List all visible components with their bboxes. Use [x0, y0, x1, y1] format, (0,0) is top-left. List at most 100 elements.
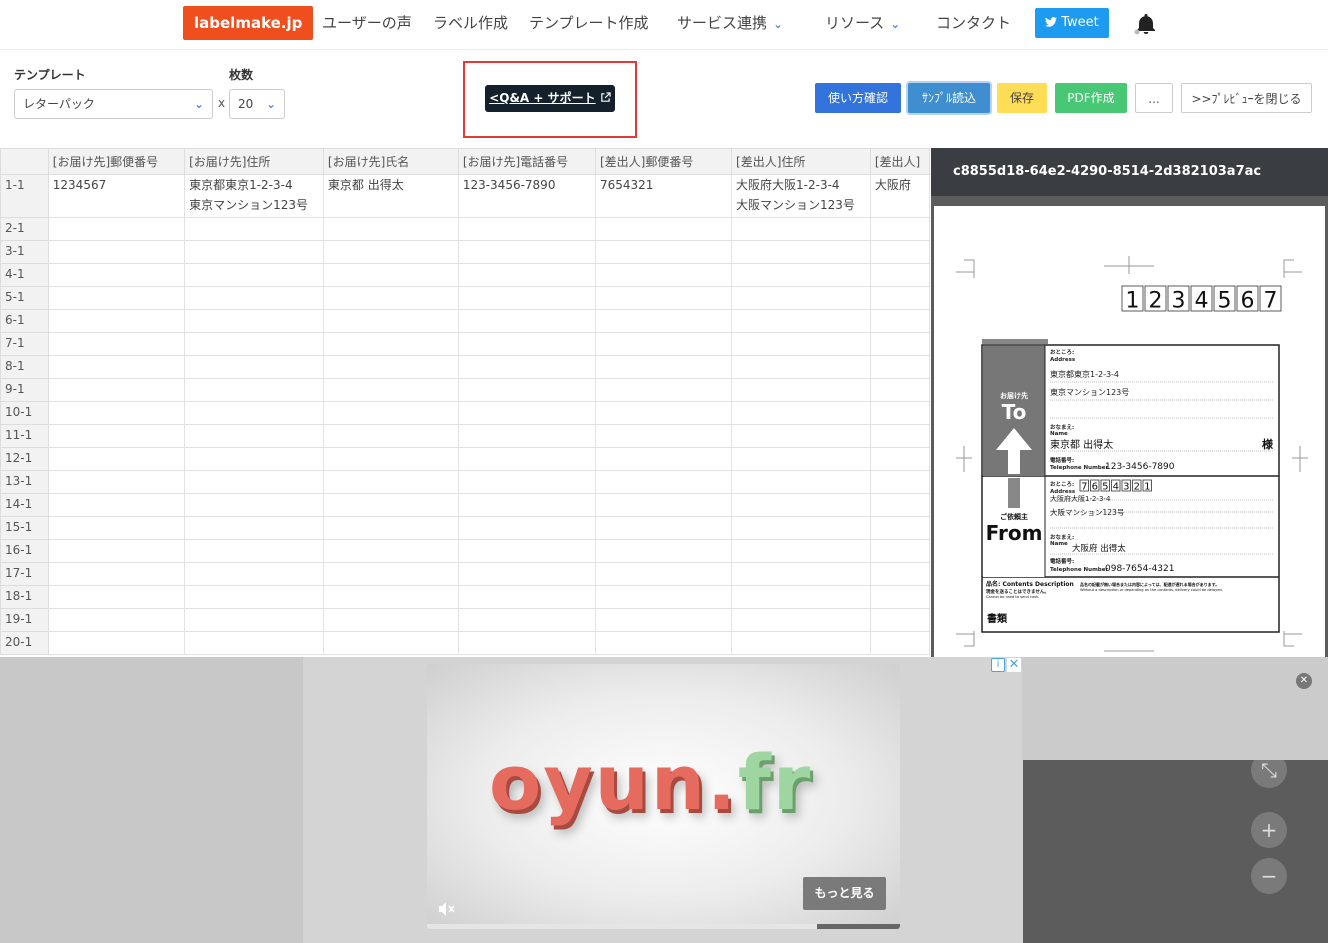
- row-header[interactable]: 16-1: [0, 539, 49, 563]
- row-header[interactable]: 18-1: [0, 585, 49, 609]
- grid-cell[interactable]: [184, 217, 324, 241]
- grid-cell[interactable]: [322, 585, 459, 609]
- nav-resources[interactable]: リソース ⌄: [825, 12, 900, 35]
- grid-cell[interactable]: [731, 217, 871, 241]
- column-header[interactable]: [お届け先]氏名: [322, 148, 459, 175]
- grid-cell[interactable]: [47, 424, 186, 448]
- grid-cell[interactable]: [47, 631, 186, 655]
- grid-cell[interactable]: [869, 240, 930, 264]
- grid-cell[interactable]: [457, 401, 596, 425]
- ad-close-icon[interactable]: ✕: [1007, 658, 1021, 672]
- count-select[interactable]: 20 ⌄: [229, 89, 285, 119]
- row-header[interactable]: 19-1: [0, 608, 49, 632]
- grid-cell[interactable]: [594, 309, 733, 333]
- grid-cell[interactable]: [47, 608, 186, 632]
- grid-cell[interactable]: [322, 309, 459, 333]
- grid-cell[interactable]: [184, 562, 324, 586]
- grid-cell[interactable]: [869, 470, 930, 494]
- grid-cell[interactable]: 大阪府大阪1-2-3-4 大阪マンション123号: [731, 174, 871, 218]
- row-header[interactable]: 7-1: [0, 332, 49, 356]
- nav-label-create[interactable]: ラベル作成: [433, 12, 508, 34]
- grid-cell[interactable]: [457, 470, 596, 494]
- grid-cell[interactable]: [869, 447, 930, 471]
- grid-cell[interactable]: [322, 631, 459, 655]
- grid-cell[interactable]: [457, 240, 596, 264]
- side-close-icon[interactable]: ✕: [1296, 673, 1312, 689]
- grid-cell[interactable]: [457, 447, 596, 471]
- grid-cell[interactable]: [869, 631, 930, 655]
- grid-cell[interactable]: [47, 332, 186, 356]
- nav-template-create[interactable]: テンプレート作成: [529, 12, 649, 34]
- grid-cell[interactable]: [869, 332, 930, 356]
- grid-cell[interactable]: [457, 424, 596, 448]
- grid-cell[interactable]: [731, 608, 871, 632]
- zoom-out-icon[interactable]: −: [1251, 858, 1287, 894]
- grid-cell[interactable]: [457, 562, 596, 586]
- grid-cell[interactable]: [594, 470, 733, 494]
- grid-cell[interactable]: [869, 516, 930, 540]
- grid-cell[interactable]: [47, 240, 186, 264]
- grid-cell[interactable]: [869, 585, 930, 609]
- grid-cell[interactable]: [47, 447, 186, 471]
- grid-cell[interactable]: [594, 263, 733, 287]
- grid-cell[interactable]: 東京都 出得太: [322, 174, 459, 218]
- load-sample-button[interactable]: ｻﾝﾌﾟﾙ読込: [908, 83, 990, 113]
- grid-cell[interactable]: [47, 539, 186, 563]
- grid-cell[interactable]: [869, 424, 930, 448]
- column-header[interactable]: [差出人]住所: [731, 148, 871, 175]
- grid-cell[interactable]: [322, 516, 459, 540]
- grid-cell[interactable]: [457, 631, 596, 655]
- zoom-in-icon[interactable]: +: [1251, 812, 1287, 848]
- grid-cell[interactable]: [457, 539, 596, 563]
- see-more-button[interactable]: もっと見る: [803, 877, 886, 910]
- more-button[interactable]: ...: [1135, 83, 1173, 113]
- grid-cell[interactable]: [457, 217, 596, 241]
- howto-button[interactable]: 使い方確認: [815, 83, 901, 113]
- grid-cell[interactable]: [869, 493, 930, 517]
- grid-cell[interactable]: [184, 539, 324, 563]
- grid-cell[interactable]: 東京都東京1-2-3-4 東京マンション123号: [184, 174, 324, 218]
- grid-cell[interactable]: [457, 516, 596, 540]
- column-header[interactable]: [差出人]郵便番号: [594, 148, 733, 175]
- grid-cell[interactable]: [594, 355, 733, 379]
- grid-cell[interactable]: [594, 401, 733, 425]
- grid-cell[interactable]: [731, 378, 871, 402]
- grid-cell[interactable]: [457, 355, 596, 379]
- grid-cell[interactable]: [594, 378, 733, 402]
- grid-cell[interactable]: [322, 332, 459, 356]
- grid-cell[interactable]: [869, 217, 930, 241]
- grid-cell[interactable]: [731, 562, 871, 586]
- grid-cell[interactable]: [47, 401, 186, 425]
- grid-cell[interactable]: [322, 493, 459, 517]
- grid-cell[interactable]: [731, 309, 871, 333]
- row-header[interactable]: 12-1: [0, 447, 49, 471]
- grid-cell[interactable]: [594, 286, 733, 310]
- grid-cell[interactable]: [184, 516, 324, 540]
- grid-cell[interactable]: [47, 263, 186, 287]
- grid-cell[interactable]: [184, 401, 324, 425]
- grid-cell[interactable]: [184, 378, 324, 402]
- grid-cell[interactable]: [869, 562, 930, 586]
- ad-info-icon[interactable]: i: [991, 658, 1005, 672]
- grid-cell[interactable]: [184, 608, 324, 632]
- mute-icon[interactable]: [437, 901, 455, 917]
- grid-cell[interactable]: [594, 424, 733, 448]
- grid-cell[interactable]: [184, 447, 324, 471]
- grid-cell[interactable]: [322, 424, 459, 448]
- row-header[interactable]: 9-1: [0, 378, 49, 402]
- grid-cell[interactable]: [47, 217, 186, 241]
- column-header[interactable]: [お届け先]郵便番号: [47, 148, 186, 175]
- grid-cell[interactable]: [322, 286, 459, 310]
- row-header[interactable]: 5-1: [0, 286, 49, 310]
- grid-cell[interactable]: [322, 217, 459, 241]
- grid-cell[interactable]: [322, 378, 459, 402]
- row-header[interactable]: 6-1: [0, 309, 49, 333]
- grid-cell[interactable]: [869, 355, 930, 379]
- grid-cell[interactable]: [731, 263, 871, 287]
- ad-video[interactable]: oyun.fr もっと見る: [427, 664, 900, 929]
- row-header[interactable]: 14-1: [0, 493, 49, 517]
- grid-cell[interactable]: [731, 585, 871, 609]
- grid-cell[interactable]: [322, 562, 459, 586]
- grid-cell[interactable]: [457, 263, 596, 287]
- row-header[interactable]: 15-1: [0, 516, 49, 540]
